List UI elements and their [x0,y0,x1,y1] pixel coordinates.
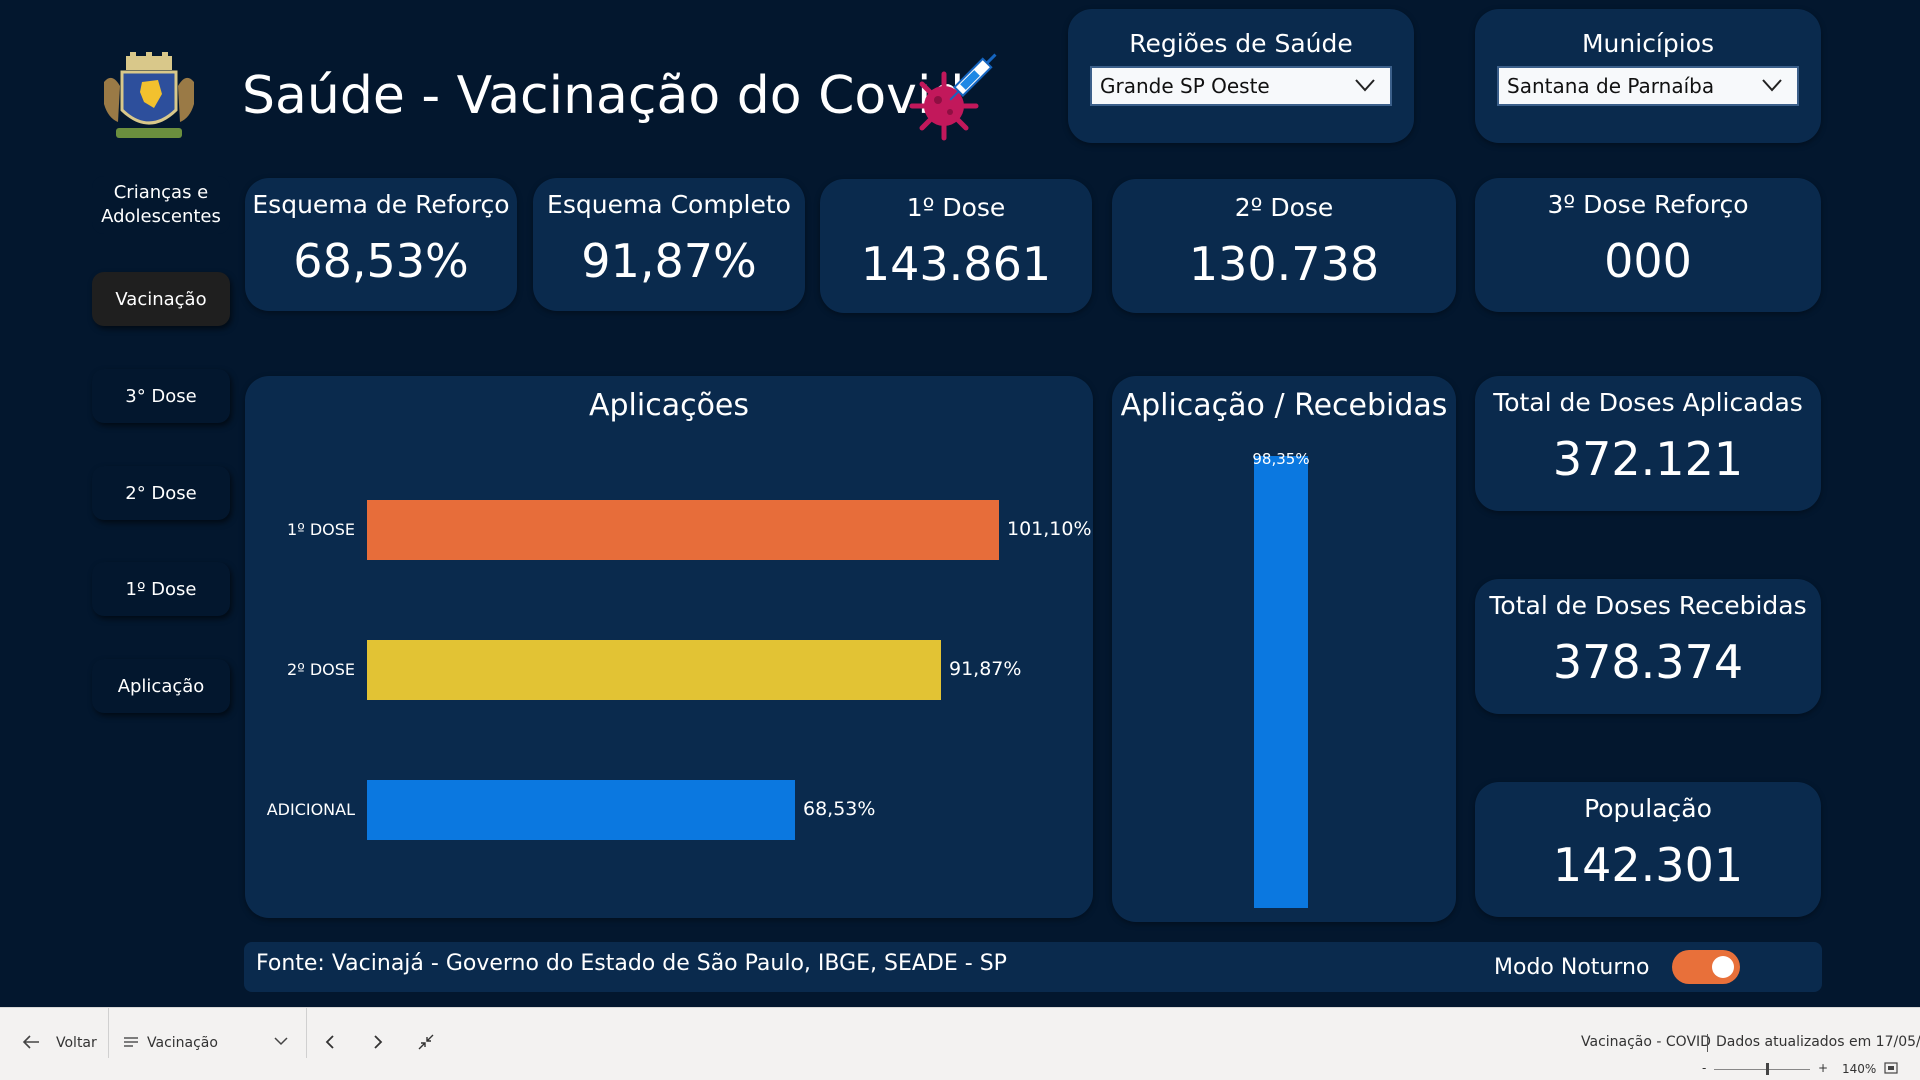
region-dropdown[interactable]: Grande SP Oeste [1090,66,1392,106]
collapse-icon[interactable] [418,1034,434,1050]
kpi-esquema-completo: Esquema Completo 91,87% [533,178,805,311]
zoom-slider-handle[interactable] [1766,1063,1769,1075]
zoom-out-button[interactable]: - [1702,1061,1706,1075]
toggle-knob [1712,956,1734,978]
kpi-value: 372.121 [1552,432,1744,486]
kpi-title: Esquema Completo [547,190,791,219]
nav-label: Vacinação [115,288,207,310]
divider [306,1008,307,1058]
back-arrow-icon[interactable] [22,1034,40,1050]
data-label: 98,35% [1252,450,1310,468]
page-list-icon [124,1037,138,1047]
region-filter-card: Regiões de Saúde Grande SP Oeste [1068,9,1414,143]
divider [1707,1034,1708,1052]
chart-title: Aplicação / Recebidas [1120,388,1448,423]
nav-label: Aplicação [117,675,205,697]
kpi-value: 130.738 [1188,237,1380,291]
data-label: 91,87% [949,658,1022,680]
bar[interactable] [1254,456,1308,908]
municipality-dropdown[interactable]: Santana de Parnaíba [1497,66,1799,106]
kpi-1-dose: 1º Dose 143.861 [820,179,1092,313]
kpi-title: 3º Dose Reforço [1547,190,1749,219]
nav-label: 1º Dose [125,578,197,600]
bar[interactable] [367,780,795,840]
kpi-value: 91,87% [581,234,757,288]
kpi-total-doses-aplicadas: Total de Doses Aplicadas 372.121 [1475,376,1821,511]
coat-of-arms-logo [96,52,202,144]
data-label: 68,53% [803,798,876,820]
page-title: Saúde - Vacinação do Covid [242,66,965,126]
kpi-value: 000 [1604,234,1692,288]
nav-criancas-adolescentes[interactable]: Crianças e Adolescentes [92,176,230,234]
chevron-left-icon[interactable] [324,1034,336,1050]
category-label: 2º DOSE [287,660,355,679]
nav-2-dose[interactable]: 2° Dose [92,466,230,520]
nav-label: 2° Dose [125,482,197,504]
data-label: 101,10% [1007,518,1092,540]
municipality-filter-card: Municípios Santana de Parnaíba [1475,9,1821,143]
kpi-3-dose-reforco: 3º Dose Reforço 000 [1475,178,1821,312]
nav-vacinacao[interactable]: Vacinação [92,272,230,326]
updated-text: Dados atualizados em 17/05/22 [1716,1034,1920,1050]
zoom-slider-track[interactable] [1714,1069,1810,1070]
report-name: Vacinação - COVID [1581,1034,1711,1050]
chevron-right-icon[interactable] [372,1034,384,1050]
bar[interactable] [367,640,941,700]
chevron-down-icon[interactable] [1761,76,1783,94]
kpi-title: 2º Dose [1234,193,1334,222]
municipality-dropdown-value: Santana de Parnaíba [1507,74,1715,98]
kpi-2-dose: 2º Dose 130.738 [1112,179,1456,313]
kpi-value: 142.301 [1552,838,1744,892]
kpi-value: 68,53% [293,234,469,288]
fit-to-page-icon[interactable] [1884,1062,1898,1074]
zoom-in-button[interactable]: + [1818,1061,1828,1075]
kpi-total-doses-recebidas: Total de Doses Recebidas 378.374 [1475,579,1821,714]
bar[interactable] [367,500,999,560]
kpi-title: Total de Doses Recebidas [1489,591,1807,620]
aplicacoes-chart: Aplicações 1º DOSE 101,10% 2º DOSE 91,87% AD… [245,376,1093,918]
night-mode-toggle[interactable] [1672,950,1740,984]
night-mode-label: Modo Noturno [1494,955,1650,980]
back-button[interactable]: Voltar [56,1035,97,1051]
category-label: 1º DOSE [287,520,355,539]
municipality-filter-title: Municípios [1581,29,1715,58]
kpi-esquema-reforco: Esquema de Reforço 68,53% [245,178,517,311]
region-filter-title: Regiões de Saúde [1129,29,1353,58]
kpi-title: Total de Doses Aplicadas [1493,388,1803,417]
chevron-down-icon[interactable] [274,1036,288,1046]
report-nav-bar: Voltar Vacinação Vacinação - COVID Dados… [0,1007,1920,1080]
virus-syringe-icon [908,46,1008,142]
region-dropdown-value: Grande SP Oeste [1100,74,1270,98]
zoom-level: 140% [1842,1062,1877,1076]
nav-1-dose[interactable]: 1º Dose [92,562,230,616]
category-label: ADICIONAL [266,800,355,819]
source-text: Fonte: Vacinajá - Governo do Estado de S… [256,951,1007,976]
chevron-down-icon[interactable] [1354,76,1376,94]
divider [108,1008,109,1058]
nav-label: Adolescentes [101,206,221,227]
page-selector[interactable]: Vacinação [147,1035,218,1051]
nav-3-dose[interactable]: 3° Dose [92,369,230,423]
nav-aplicacao[interactable]: Aplicação [92,659,230,713]
kpi-populacao: População 142.301 [1475,782,1821,917]
chart-title: Aplicações [588,388,750,423]
aplicacao-recebidas-chart: Aplicação / Recebidas 98,35% [1112,376,1456,922]
kpi-value: 378.374 [1552,635,1744,689]
kpi-title: População [1584,794,1712,823]
nav-label: 3° Dose [125,385,197,407]
kpi-title: Esquema de Reforço [252,190,510,219]
kpi-title: 1º Dose [906,193,1006,222]
kpi-value: 143.861 [860,237,1052,291]
nav-label: Crianças e [113,182,209,203]
